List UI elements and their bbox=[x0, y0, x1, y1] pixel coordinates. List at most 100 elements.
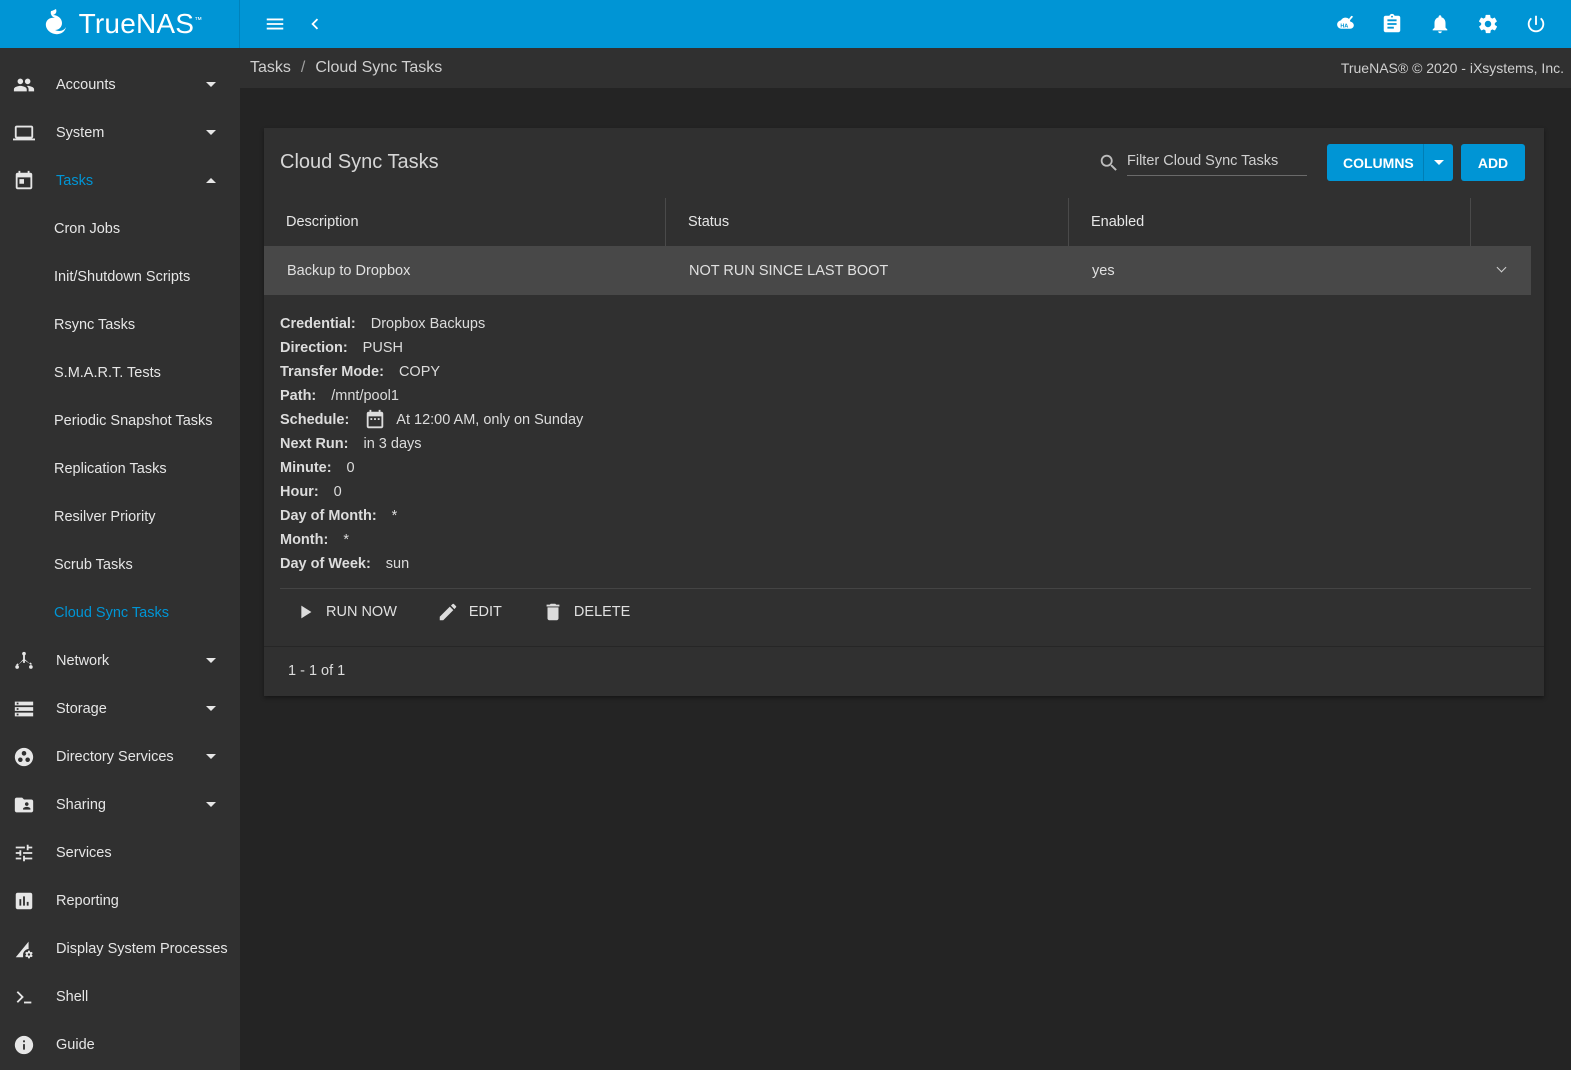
laptop-icon bbox=[12, 121, 36, 145]
sidebar-item-services[interactable]: Services bbox=[0, 829, 240, 877]
settings-button[interactable] bbox=[1468, 4, 1508, 44]
people-icon bbox=[12, 73, 36, 97]
sidebar-item-tasks[interactable]: Tasks bbox=[0, 157, 240, 205]
brand-logo[interactable]: TrueNAS™ bbox=[0, 0, 240, 48]
processes-icon bbox=[12, 937, 36, 961]
ha-status-button[interactable]: HA bbox=[1324, 4, 1364, 44]
sidebar-item-label: Sharing bbox=[56, 797, 106, 813]
search-icon bbox=[1100, 154, 1117, 171]
chart-icon bbox=[12, 889, 36, 913]
pencil-icon bbox=[439, 603, 457, 621]
run-now-button[interactable]: RUN NOW bbox=[294, 601, 397, 623]
breadcrumb-separator: / bbox=[300, 59, 306, 76]
pager-divider bbox=[264, 646, 1544, 647]
alerts-button[interactable] bbox=[1420, 4, 1460, 44]
ha-status-icon: HA bbox=[1337, 15, 1354, 30]
detail-day-of-month: Day of Month: * bbox=[280, 508, 398, 524]
sidebar-item-network[interactable]: Network bbox=[0, 637, 240, 685]
sidebar-item-label: Network bbox=[56, 653, 110, 669]
trash-icon bbox=[546, 603, 560, 621]
caret-down-icon bbox=[206, 754, 216, 759]
filter-field bbox=[1096, 146, 1307, 176]
delete-button[interactable]: DELETE bbox=[542, 601, 630, 623]
sidebar-item-reporting[interactable]: Reporting bbox=[0, 877, 240, 925]
top-toolbar: TrueNAS™ HA bbox=[0, 0, 1571, 48]
add-button[interactable]: ADD bbox=[1461, 144, 1525, 181]
column-header-status[interactable]: Status bbox=[666, 198, 1069, 246]
detail-path: Path:/mnt/pool1 bbox=[280, 388, 399, 404]
detail-minute: Minute: 0 bbox=[280, 460, 355, 476]
sidebar-subitem-scrub-tasks[interactable]: Scrub Tasks bbox=[0, 541, 240, 589]
detail-direction: Direction: PUSH bbox=[280, 340, 403, 356]
sidebar-item-label: Directory Services bbox=[56, 749, 174, 765]
svg-text:HA: HA bbox=[1340, 24, 1348, 30]
chevron-down-icon bbox=[1496, 262, 1506, 273]
actions-divider bbox=[280, 588, 1531, 589]
cell-enabled: yes bbox=[1092, 262, 1115, 279]
sidebar-item-display-system-processes[interactable]: Display System Processes bbox=[0, 925, 240, 973]
sidebar-item-sharing[interactable]: Sharing bbox=[0, 781, 240, 829]
sidebar-item-directory-services[interactable]: Directory Services bbox=[0, 733, 240, 781]
chevron-left-icon bbox=[311, 18, 319, 30]
row-expand-toggle[interactable] bbox=[1471, 246, 1531, 295]
sidebar-item-shell[interactable]: Shell bbox=[0, 973, 240, 1021]
brand-name: TrueNAS™ bbox=[78, 8, 203, 39]
detail-schedule: Schedule: At 12:00 AM, only on Sunday bbox=[280, 408, 583, 432]
table-row[interactable]: Backup to Dropbox NOT RUN SINCE LAST BOO… bbox=[264, 246, 1531, 295]
sidebar-item-label: Guide bbox=[56, 1037, 95, 1053]
power-button[interactable] bbox=[1516, 4, 1556, 44]
schedule-text: At 12:00 AM, only on Sunday bbox=[396, 412, 584, 428]
caret-up-icon bbox=[206, 178, 216, 183]
detail-month: Month: * bbox=[280, 532, 349, 548]
sidebar-subitem-resilver-priority[interactable]: Resilver Priority bbox=[0, 493, 240, 541]
console-icon bbox=[12, 985, 36, 1009]
sidebar-subitem-cron-jobs[interactable]: Cron Jobs bbox=[0, 205, 240, 253]
sidebar-subitem-cloud-sync-tasks[interactable]: Cloud Sync Tasks bbox=[0, 589, 240, 637]
columns-button-label: COLUMNS bbox=[1343, 154, 1414, 171]
sidebar-item-system[interactable]: System bbox=[0, 109, 240, 157]
sidebar-item-accounts[interactable]: Accounts bbox=[0, 61, 240, 109]
detail-day-of-week: Day of Week: sun bbox=[280, 556, 410, 572]
columns-button[interactable]: COLUMNS bbox=[1327, 144, 1453, 181]
task-manager-button[interactable] bbox=[1372, 4, 1412, 44]
sidebar-item-label: System bbox=[56, 125, 105, 141]
toggle-sidebar-button[interactable] bbox=[255, 4, 295, 44]
breadcrumb-parent[interactable]: Tasks bbox=[250, 59, 291, 77]
sidebar-item-label: Storage bbox=[56, 701, 107, 717]
column-header-description[interactable]: Description bbox=[264, 198, 666, 246]
sidebar-item-label: Display System Processes bbox=[56, 941, 228, 957]
sidebar-nav: Accounts System Tasks Cron Jobs Init/Shu… bbox=[0, 48, 240, 1070]
sidebar-subitem-periodic-snapshot-tasks[interactable]: Periodic Snapshot Tasks bbox=[0, 397, 240, 445]
detail-next-run: Next Run: in 3 days bbox=[280, 436, 422, 452]
tune-icon bbox=[12, 841, 36, 865]
truenas-logo-icon bbox=[45, 9, 66, 35]
menu-icon bbox=[266, 18, 284, 30]
network-icon bbox=[12, 649, 36, 673]
sidebar-subitem-rsync-tasks[interactable]: Rsync Tasks bbox=[0, 301, 240, 349]
column-header-expand bbox=[1471, 198, 1531, 246]
calendar-icon bbox=[12, 169, 36, 193]
sidebar-item-label: Accounts bbox=[56, 77, 116, 93]
sidebar-item-storage[interactable]: Storage bbox=[0, 685, 240, 733]
breadcrumb-current: Cloud Sync Tasks bbox=[315, 59, 443, 76]
sidebar-subitem-replication-tasks[interactable]: Replication Tasks bbox=[0, 445, 240, 493]
edit-button[interactable]: EDIT bbox=[437, 601, 502, 623]
sidebar-item-guide[interactable]: Guide bbox=[0, 1021, 240, 1069]
shared-folder-icon bbox=[12, 793, 36, 817]
sidebar-item-label: Tasks bbox=[56, 173, 94, 189]
filter-input[interactable] bbox=[1127, 146, 1307, 176]
sidebar-subitem-init-shutdown-scripts[interactable]: Init/Shutdown Scripts bbox=[0, 253, 240, 301]
sidebar-item-label: Services bbox=[56, 845, 112, 861]
caret-down-icon[interactable] bbox=[1423, 144, 1453, 181]
copyright-text: TrueNAS® © 2020 - iXsystems, Inc. bbox=[1340, 60, 1564, 76]
detail-hour: Hour: 0 bbox=[280, 484, 342, 500]
cloud-sync-tasks-card: Cloud Sync Tasks COLUMNS ADD Description… bbox=[264, 128, 1544, 696]
caret-down-icon bbox=[206, 802, 216, 807]
sidebar-subitem-smart-tests[interactable]: S.M.A.R.T. Tests bbox=[0, 349, 240, 397]
power-icon bbox=[1527, 15, 1545, 33]
row-actions: RUN NOW EDIT DELETE bbox=[294, 594, 670, 630]
bell-icon bbox=[1432, 15, 1448, 34]
card-header: Cloud Sync Tasks COLUMNS ADD bbox=[264, 128, 1544, 198]
collapse-sidebar-button[interactable] bbox=[295, 4, 335, 44]
column-header-enabled[interactable]: Enabled bbox=[1069, 198, 1471, 246]
